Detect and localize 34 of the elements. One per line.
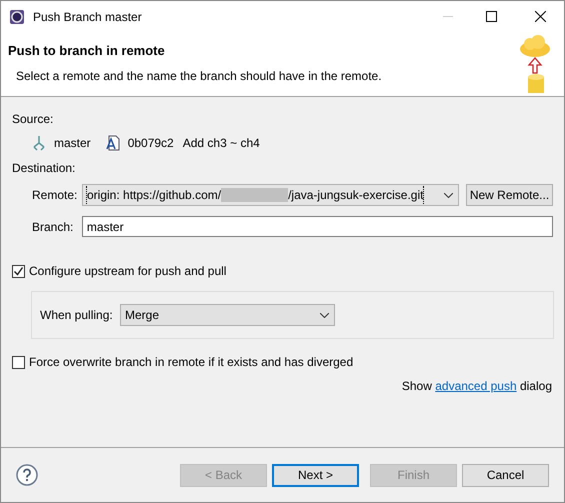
new-remote-button[interactable]: New Remote... <box>466 184 553 206</box>
checkbox-label: Force overwrite branch in remote if it exists and has diverged <box>29 354 354 371</box>
branch-icon <box>31 135 47 151</box>
pull-mode-dropdown[interactable]: Merge <box>120 304 335 326</box>
checkbox[interactable] <box>12 356 25 368</box>
dialog-button[interactable]: Cancel <box>462 464 549 486</box>
maximize-icon[interactable] <box>486 11 497 22</box>
checkbox[interactable] <box>12 264 25 278</box>
branch-name: master <box>54 135 91 152</box>
field-label: Branch: <box>32 218 74 236</box>
chevron-down-icon <box>444 192 453 198</box>
section-label: Destination: <box>12 160 76 177</box>
advanced-push-text: Show advanced push dialog <box>402 378 552 395</box>
dialog-button[interactable]: Next > <box>272 464 359 486</box>
redacted-area <box>221 188 288 202</box>
page-title: Push to branch in remote <box>8 42 166 60</box>
dropdown-value: Merge <box>125 307 160 324</box>
section-label: Source: <box>12 111 54 128</box>
commit-message: Add ch3 ~ ch4 <box>182 135 260 152</box>
advanced-push-link[interactable]: advanced push <box>435 379 517 393</box>
checkbox-label: Configure upstream for push and pull <box>29 263 226 280</box>
close-icon[interactable] <box>535 11 546 22</box>
help-icon[interactable] <box>16 464 38 486</box>
field-label: When pulling: <box>40 307 114 324</box>
remote-url: /java-jungsuk-exercise.git <box>288 186 424 204</box>
field-label: Remote: <box>32 187 78 204</box>
remote-dropdown[interactable]: origin: https://github.com/ /java-jungsuk-exercise.git <box>82 184 459 206</box>
chevron-down-icon <box>320 312 329 318</box>
window-title: Push Branch master <box>33 8 142 26</box>
branch-field[interactable]: master <box>82 216 553 237</box>
app-icon <box>9 8 25 24</box>
page-description: Select a remote and the name the branch should have in the remote. <box>16 68 382 84</box>
commit-id: 0b079c2 <box>128 135 174 152</box>
commit-icon <box>106 135 121 151</box>
